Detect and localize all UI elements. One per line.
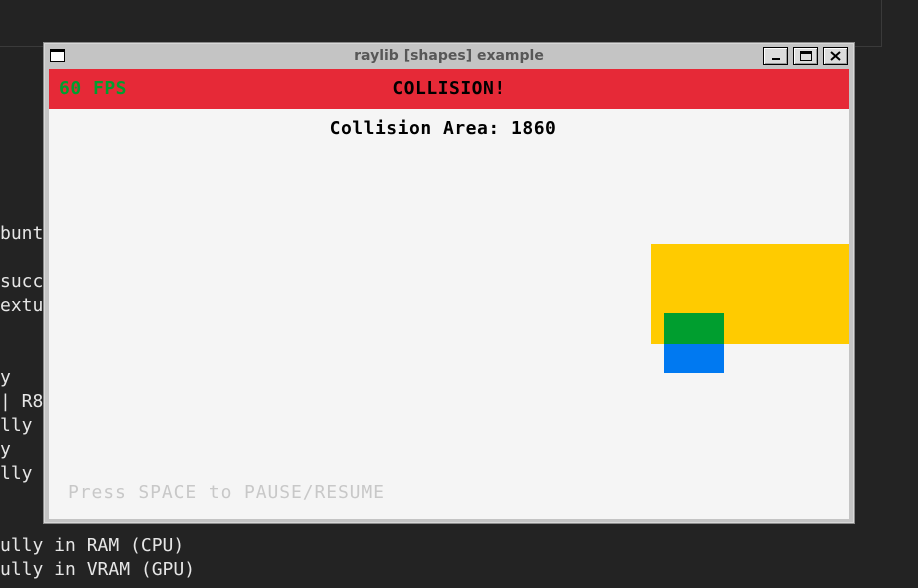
minimize-icon: [772, 58, 780, 60]
maximize-button[interactable]: [793, 47, 818, 65]
terminal-line: bunt: [0, 223, 44, 244]
window-titlebar[interactable]: raylib [shapes] example: [44, 43, 854, 69]
terminal-line: | R8: [0, 391, 44, 412]
game-canvas[interactable]: 60 FPS COLLISION! Collision Area: 1860 P…: [49, 69, 849, 519]
maximize-icon: [800, 51, 812, 61]
collision-message: COLLISION!: [392, 78, 506, 99]
terminal-line: lly: [0, 463, 33, 484]
terminal-line: ully in VRAM (GPU): [0, 559, 196, 580]
window-title: raylib [shapes] example: [354, 48, 544, 64]
terminal-line: extu: [0, 295, 44, 316]
terminal-line: ully in RAM (CPU): [0, 535, 185, 556]
overlap-area: [664, 313, 724, 344]
close-button[interactable]: [823, 47, 848, 65]
terminal-line: lly: [0, 415, 33, 436]
pause-hint: Press SPACE to PAUSE/RESUME: [68, 482, 385, 503]
collision-area-label: Collision Area: 1860: [329, 118, 557, 139]
collision-banner: 60 FPS COLLISION!: [49, 69, 849, 109]
terminal-line: y: [0, 367, 11, 388]
terminal-line: y: [0, 439, 11, 460]
close-icon: [830, 51, 841, 61]
raylib-window[interactable]: raylib [shapes] example 60 FPS COLLISION…: [43, 42, 855, 524]
terminal-line: succ: [0, 271, 44, 292]
terminal-pane-splitter: [881, 0, 882, 47]
minimize-button[interactable]: [763, 47, 788, 65]
